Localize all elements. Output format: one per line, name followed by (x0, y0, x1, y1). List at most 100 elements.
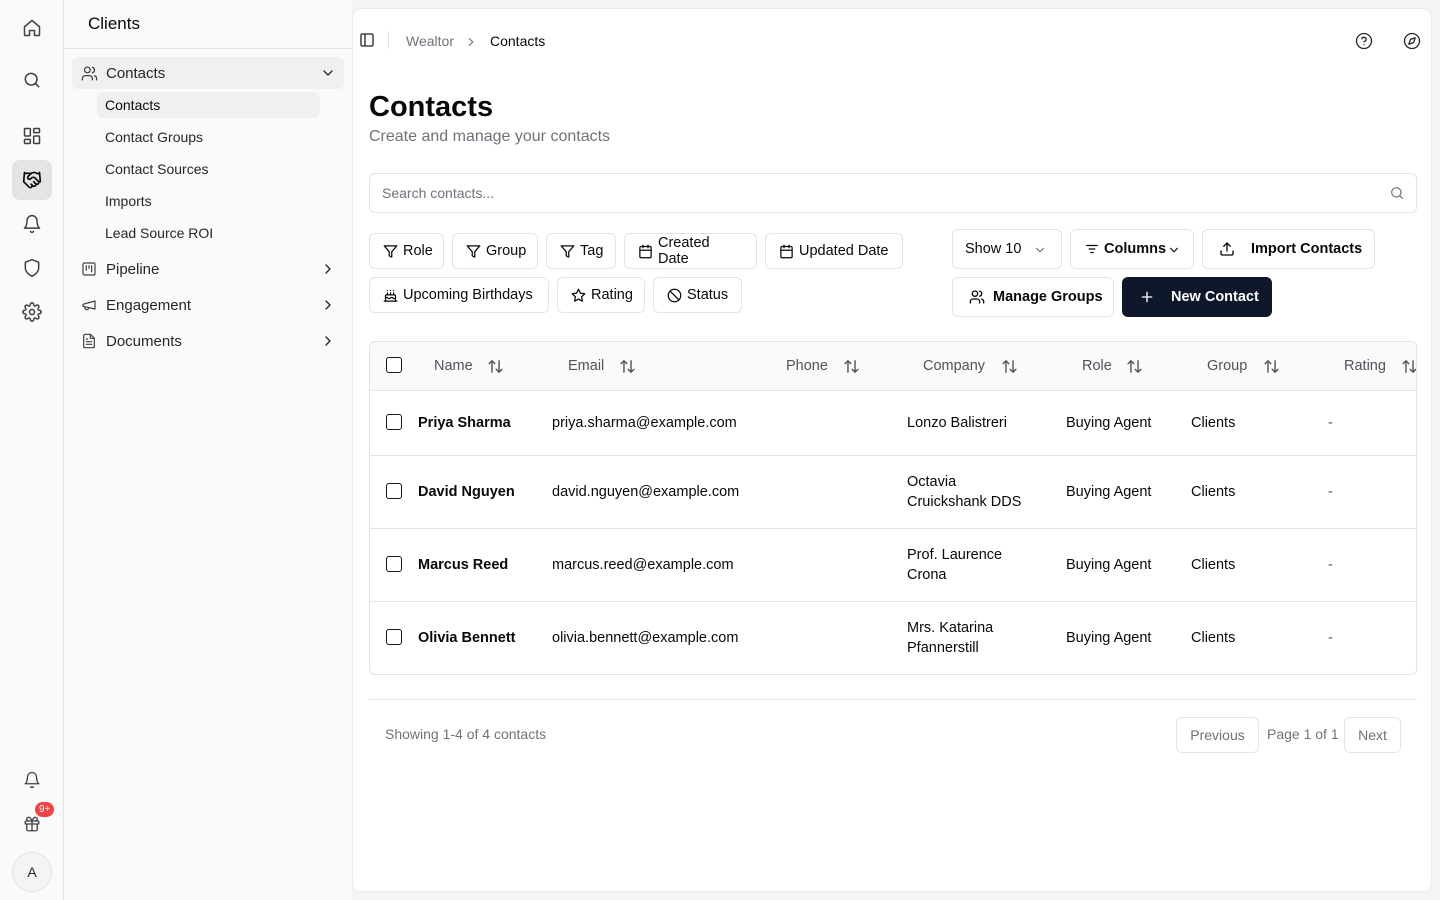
shield-icon[interactable] (12, 248, 52, 288)
footer-divider (369, 699, 1417, 700)
row-checkbox[interactable] (386, 414, 402, 430)
column-header-rating[interactable]: Rating (1344, 358, 1386, 374)
import-contacts-button[interactable]: Import Contacts (1202, 229, 1375, 269)
table-row[interactable]: David Nguyen david.nguyen@example.com Oc… (370, 456, 1416, 529)
previous-page-button[interactable]: Previous (1176, 717, 1259, 753)
breadcrumb-current: Contacts (490, 33, 546, 49)
filter-rating-button[interactable]: Rating (557, 277, 645, 313)
filter-label: Upcoming Birthdays (403, 287, 533, 303)
notification-icon[interactable] (12, 760, 52, 800)
sidebar-item-contacts[interactable]: Contacts (97, 92, 320, 118)
star-icon (571, 288, 586, 303)
filter-label: Rating (591, 287, 633, 303)
page-indicator: Page 1 of 1 (1267, 726, 1339, 742)
filter-upcoming-birthdays-button[interactable]: Upcoming Birthdays (369, 277, 549, 313)
column-header-role[interactable]: Role (1082, 358, 1112, 374)
search-input[interactable] (382, 185, 1372, 201)
chevron-down-icon (1167, 243, 1181, 257)
contacts-table: Name Email Phone Company Role Group Rati… (369, 341, 1417, 675)
help-icon[interactable] (1355, 32, 1373, 50)
avatar[interactable]: A (12, 852, 52, 892)
contact-email: priya.sharma@example.com (552, 415, 737, 431)
sidebar-toggle-icon[interactable] (359, 32, 375, 48)
sort-icon[interactable] (619, 358, 636, 375)
new-contact-button[interactable]: New Contact (1122, 277, 1272, 317)
chevron-right-icon (320, 333, 336, 349)
show-per-page-select[interactable]: Show 10 (952, 229, 1062, 269)
search-icon[interactable] (12, 60, 52, 100)
sidebar-group-pipeline[interactable]: Pipeline (72, 253, 344, 285)
dashboard-icon[interactable] (12, 116, 52, 156)
search-icon[interactable] (1389, 185, 1405, 201)
filter-created-date-button[interactable]: Created Date (624, 233, 757, 269)
contact-group: Clients (1191, 484, 1236, 500)
filter-updated-date-button[interactable]: Updated Date (765, 233, 903, 269)
cake-icon (383, 288, 398, 303)
column-header-phone[interactable]: Phone (786, 358, 828, 374)
row-checkbox[interactable] (386, 483, 402, 499)
column-header-label: Phone (786, 358, 828, 374)
pagination-summary: Showing 1-4 of 4 contacts (385, 726, 547, 742)
sidebar-item-lead-source-roi[interactable]: Lead Source ROI (97, 220, 320, 246)
bell-icon[interactable] (12, 204, 52, 244)
column-header-name[interactable]: Name (434, 358, 473, 374)
contact-company-line-1: Octavia (907, 474, 957, 490)
column-header-label: Group (1207, 358, 1248, 374)
sidebar-group-contacts[interactable]: Contacts (72, 57, 344, 89)
sort-icon[interactable] (1001, 358, 1018, 375)
columns-button[interactable]: Columns (1070, 229, 1194, 269)
page-subtitle: Create and manage your contacts (369, 128, 611, 145)
filter-group-button[interactable]: Group (452, 233, 538, 269)
sort-icon[interactable] (1263, 358, 1280, 375)
filter-label: Created Date (658, 235, 710, 267)
column-header-group[interactable]: Group (1207, 358, 1247, 374)
column-header-label: Rating (1344, 358, 1386, 374)
column-header-company[interactable]: Company (923, 358, 985, 374)
column-header-email[interactable]: Email (568, 358, 604, 374)
filter-label: Role (403, 243, 433, 259)
next-page-button[interactable]: Next (1344, 717, 1401, 753)
table-row[interactable]: Marcus Reed marcus.reed@example.com Prof… (370, 529, 1416, 602)
users-icon (80, 64, 98, 82)
sidebar-item-contact-groups[interactable]: Contact Groups (97, 124, 320, 150)
sidebar-item-contact-sources[interactable]: Contact Sources (97, 156, 320, 182)
handshake-icon[interactable] (12, 160, 52, 200)
row-checkbox[interactable] (386, 629, 402, 645)
home-icon[interactable] (12, 8, 52, 48)
contact-email: olivia.bennett@example.com (552, 630, 739, 646)
chevron-down-icon (1033, 243, 1047, 257)
contact-company-line-2: Cruickshank DDS (907, 494, 1022, 510)
manage-groups-label: Manage Groups (993, 289, 1103, 305)
contact-name[interactable]: Marcus Reed (418, 555, 508, 575)
table-row[interactable]: Olivia Bennett olivia.bennett@example.co… (370, 602, 1416, 674)
contact-name[interactable]: Priya Sharma (418, 413, 511, 433)
sort-icon[interactable] (1401, 358, 1416, 375)
compass-icon[interactable] (1403, 32, 1421, 50)
filter-role-button[interactable]: Role (369, 233, 444, 269)
manage-groups-button[interactable]: Manage Groups (952, 277, 1114, 317)
contact-name[interactable]: David Nguyen (418, 482, 515, 502)
contact-rating: - (1328, 484, 1333, 500)
contact-company-line-2: Pfannerstill (907, 640, 979, 656)
sidebar-group-label: Documents (106, 332, 182, 350)
breadcrumb-root[interactable]: Wealtor (406, 33, 454, 49)
secondary-sidebar: Clients Contacts Contacts Contact Groups… (64, 0, 352, 900)
filter-status-button[interactable]: Status (653, 277, 742, 313)
ban-icon (667, 288, 682, 303)
contact-name[interactable]: Olivia Bennett (418, 628, 516, 648)
calendar-icon (779, 244, 794, 259)
table-row[interactable]: Priya Sharma priya.sharma@example.com Lo… (370, 391, 1416, 456)
filter-tag-button[interactable]: Tag (546, 233, 616, 269)
sort-icon[interactable] (1126, 358, 1143, 375)
sidebar-group-documents[interactable]: Documents (72, 325, 344, 357)
gear-icon[interactable] (12, 292, 52, 332)
sidebar-item-imports[interactable]: Imports (97, 188, 320, 214)
sort-icon[interactable] (843, 358, 860, 375)
chevron-right-icon (320, 297, 336, 313)
column-header-label: Company (923, 358, 986, 374)
column-header-label: Role (1082, 358, 1112, 374)
select-all-checkbox[interactable] (386, 357, 402, 373)
sort-icon[interactable] (487, 358, 504, 375)
sidebar-group-engagement[interactable]: Engagement (72, 289, 344, 321)
row-checkbox[interactable] (386, 556, 402, 572)
